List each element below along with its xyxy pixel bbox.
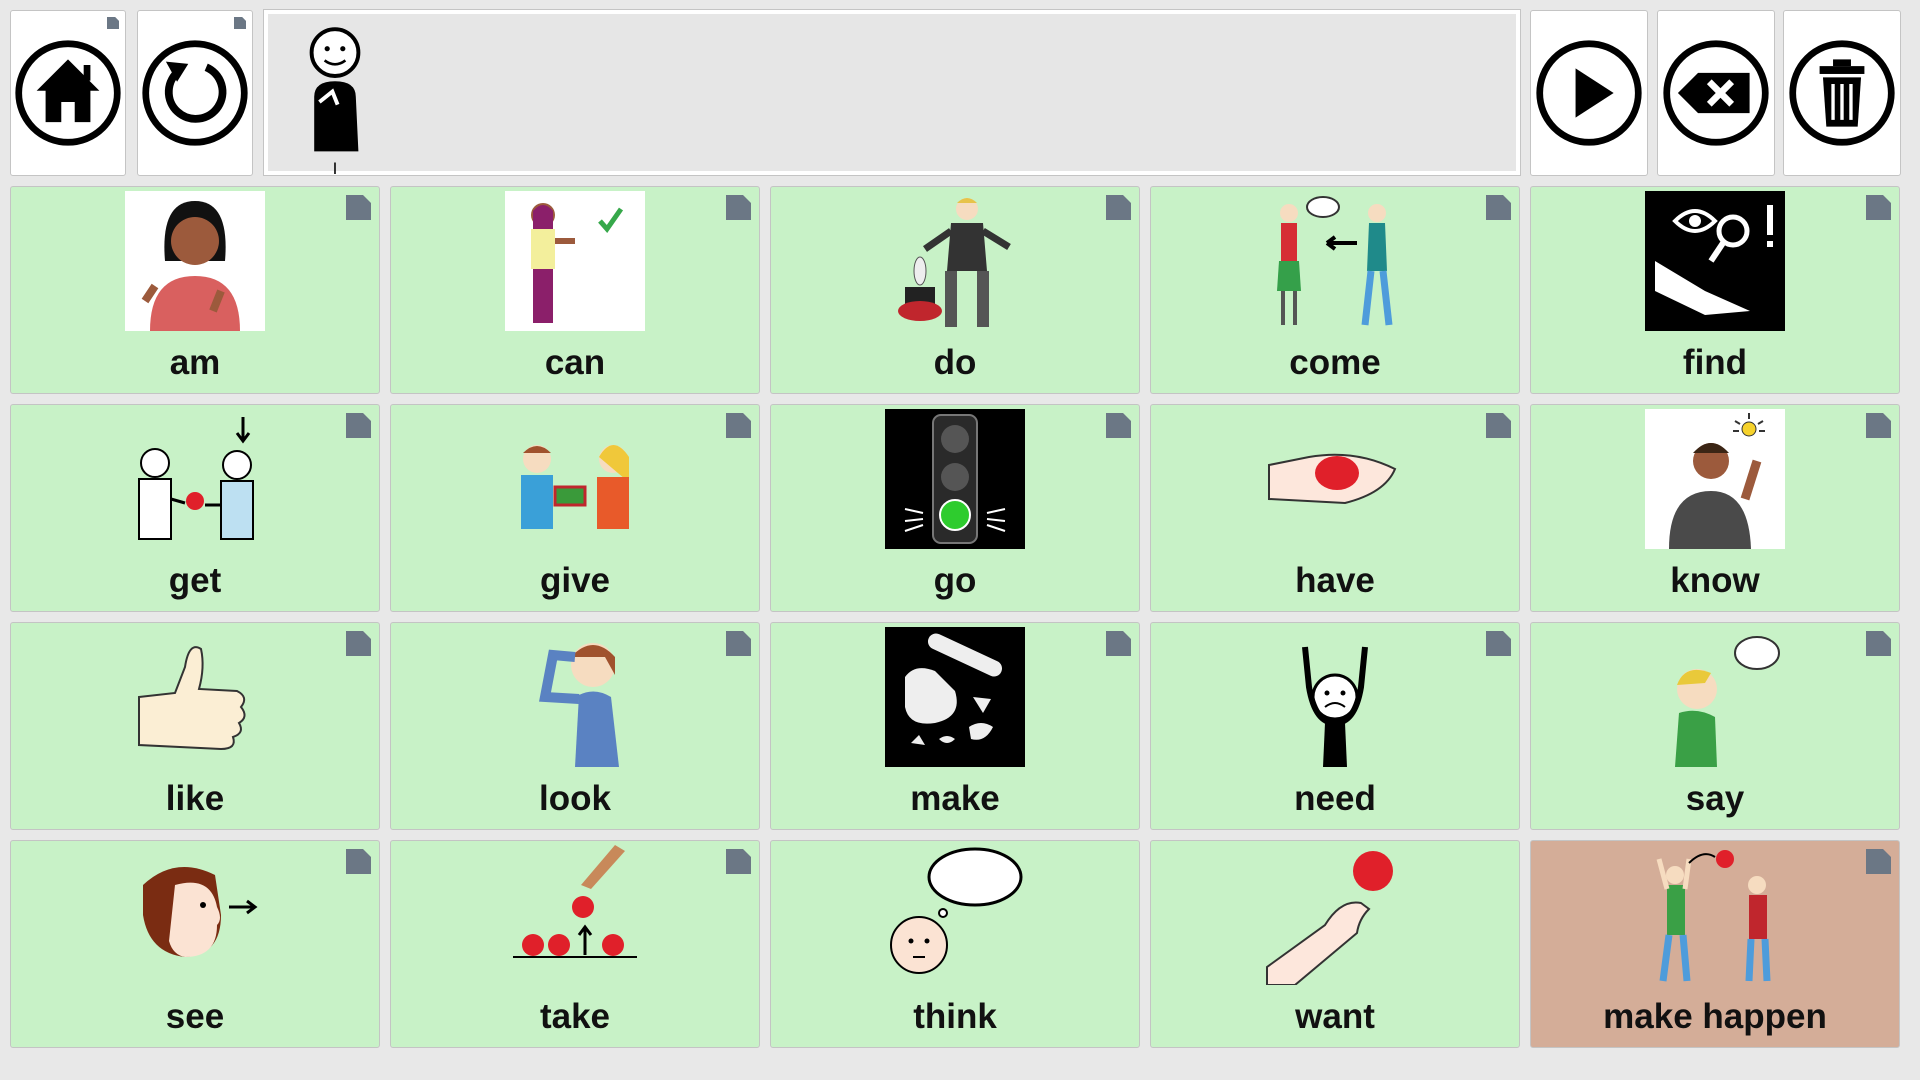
cell-find[interactable]: find <box>1530 186 1900 394</box>
folder-corner-icon <box>1866 195 1891 220</box>
message-bar[interactable]: I <box>263 9 1521 178</box>
cell-think[interactable]: think <box>770 840 1140 1048</box>
head-eye-arrow-icon <box>143 867 258 957</box>
speak-button[interactable] <box>1530 10 1648 176</box>
message-symbol-label: I <box>332 159 338 178</box>
folder-corner-icon <box>346 631 371 656</box>
cell-want[interactable]: want <box>1150 840 1520 1048</box>
speaking-boy-icon <box>1675 636 1780 767</box>
undo-icon <box>142 40 248 146</box>
thumbs-up-icon <box>138 646 246 751</box>
home-icon <box>15 40 121 146</box>
man-looking-icon <box>539 643 619 767</box>
cell-look[interactable]: look <box>390 622 760 830</box>
idea-man-icon <box>1645 409 1785 549</box>
cell-label: look <box>539 779 611 818</box>
folder-corner-icon <box>1866 413 1891 438</box>
thumbs-up-check-icon <box>505 191 645 331</box>
message-symbol[interactable]: I <box>296 24 374 179</box>
sad-face-hands-icon <box>1302 646 1368 767</box>
magnifier-eye-icon <box>1645 191 1785 331</box>
cell-label: know <box>1670 561 1760 600</box>
cell-label: come <box>1289 343 1381 382</box>
clear-button[interactable] <box>1783 10 1901 176</box>
hand-picking-ball-icon <box>513 845 637 958</box>
give-ball-icon <box>138 417 254 540</box>
cell-label: say <box>1685 779 1745 818</box>
hand-holding-ball-icon <box>1268 453 1397 505</box>
cell-label: do <box>933 343 977 382</box>
cell-label: get <box>168 561 222 600</box>
backspace-button[interactable] <box>1657 10 1775 176</box>
cell-label: find <box>1682 343 1748 382</box>
back-button[interactable] <box>137 10 253 176</box>
cell-give[interactable]: give <box>390 404 760 612</box>
two-people-arrow-icon <box>1277 196 1393 326</box>
trash-icon <box>1789 40 1895 146</box>
folder-corner-icon <box>346 195 371 220</box>
folder-corner-icon <box>1486 195 1511 220</box>
folder-corner-icon <box>726 413 751 438</box>
cell-label: can <box>544 343 606 382</box>
cell-like[interactable]: like <box>10 622 380 830</box>
rolling-pin-icon <box>885 627 1025 767</box>
cell-go[interactable]: go <box>770 404 1140 612</box>
folder-corner-icon <box>1106 413 1131 438</box>
folder-corner-icon <box>726 849 751 874</box>
cell-can[interactable]: can <box>390 186 760 394</box>
cell-label: go <box>933 561 977 600</box>
cell-label: like <box>165 779 225 818</box>
cell-label: need <box>1294 779 1376 818</box>
traffic-light-green-icon <box>885 409 1025 549</box>
backspace-icon <box>1663 40 1769 146</box>
folder-corner-icon <box>1866 631 1891 656</box>
cell-label: see <box>165 997 225 1036</box>
folder-corner-icon <box>234 17 246 29</box>
cell-come[interactable]: come <box>1150 186 1520 394</box>
folder-corner-icon <box>107 17 119 29</box>
cell-label: make happen <box>1603 997 1827 1036</box>
cell-know[interactable]: know <box>1530 404 1900 612</box>
cell-get[interactable]: get <box>10 404 380 612</box>
cell-label: make <box>910 779 1000 818</box>
home-button[interactable] <box>10 10 126 176</box>
cell-make-happen[interactable]: make happen <box>1530 840 1900 1048</box>
cell-label: give <box>539 561 611 600</box>
cell-label: think <box>913 997 997 1036</box>
cell-need[interactable]: need <box>1150 622 1520 830</box>
reaching-hand-ball-icon <box>1266 851 1393 985</box>
throw-ball-icon <box>1656 850 1771 982</box>
cell-take[interactable]: take <box>390 840 760 1048</box>
folder-corner-icon <box>726 631 751 656</box>
folder-corner-icon <box>1486 631 1511 656</box>
folder-corner-icon <box>1866 849 1891 874</box>
woman-pointing-self-icon <box>125 191 265 331</box>
folder-corner-icon <box>1106 631 1131 656</box>
cell-label: am <box>169 343 221 382</box>
cell-label: have <box>1295 561 1375 600</box>
folder-corner-icon <box>346 413 371 438</box>
cell-label: want <box>1295 997 1375 1036</box>
cell-make[interactable]: make <box>770 622 1140 830</box>
play-icon <box>1536 40 1642 146</box>
folder-corner-icon <box>346 849 371 874</box>
thought-bubble-icon <box>890 847 1023 974</box>
cell-am[interactable]: am <box>10 186 380 394</box>
magician-icon <box>898 198 1011 327</box>
person-self-icon <box>309 27 361 152</box>
folder-corner-icon <box>726 195 751 220</box>
cell-see[interactable]: see <box>10 840 380 1048</box>
cell-say[interactable]: say <box>1530 622 1900 830</box>
folder-corner-icon <box>1106 195 1131 220</box>
cell-do[interactable]: do <box>770 186 1140 394</box>
cell-label: take <box>539 997 611 1036</box>
gift-exchange-icon <box>521 445 629 529</box>
cell-have[interactable]: have <box>1150 404 1520 612</box>
folder-corner-icon <box>1486 413 1511 438</box>
